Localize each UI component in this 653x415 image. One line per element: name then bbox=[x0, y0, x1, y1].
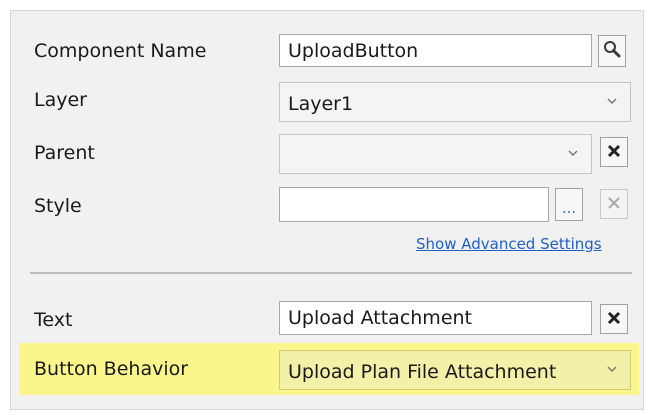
layer-label: Layer bbox=[34, 89, 87, 111]
section-divider bbox=[30, 272, 632, 274]
clear-x-icon bbox=[607, 310, 621, 329]
clear-x-icon bbox=[607, 195, 621, 214]
text-input[interactable]: Upload Attachment bbox=[279, 301, 592, 335]
clear-style-button[interactable] bbox=[600, 189, 628, 219]
layer-select-value: Layer1 bbox=[288, 93, 354, 115]
button-behavior-select[interactable]: Upload Plan File Attachment bbox=[279, 350, 631, 390]
style-browse-button[interactable]: ... bbox=[555, 188, 583, 221]
button-behavior-select-value: Upload Plan File Attachment bbox=[288, 361, 557, 383]
parent-select[interactable] bbox=[279, 134, 592, 174]
component-name-label: Component Name bbox=[34, 40, 207, 62]
clear-parent-button[interactable] bbox=[600, 137, 628, 167]
style-label: Style bbox=[34, 195, 82, 217]
search-button[interactable] bbox=[598, 35, 626, 67]
button-behavior-label: Button Behavior bbox=[34, 358, 189, 380]
show-advanced-settings-link[interactable]: Show Advanced Settings bbox=[416, 234, 602, 254]
chevron-down-icon bbox=[565, 143, 581, 159]
component-name-input[interactable]: UploadButton bbox=[279, 34, 592, 67]
chevron-down-icon bbox=[604, 91, 620, 107]
style-browse-label: ... bbox=[561, 198, 577, 217]
clear-text-button[interactable] bbox=[600, 304, 628, 334]
clear-x-icon bbox=[607, 143, 621, 162]
search-icon bbox=[603, 40, 621, 62]
parent-label: Parent bbox=[34, 142, 95, 164]
layer-select[interactable]: Layer1 bbox=[279, 82, 631, 122]
text-label: Text bbox=[34, 309, 73, 331]
chevron-down-icon bbox=[604, 359, 620, 375]
style-input[interactable] bbox=[279, 187, 549, 222]
